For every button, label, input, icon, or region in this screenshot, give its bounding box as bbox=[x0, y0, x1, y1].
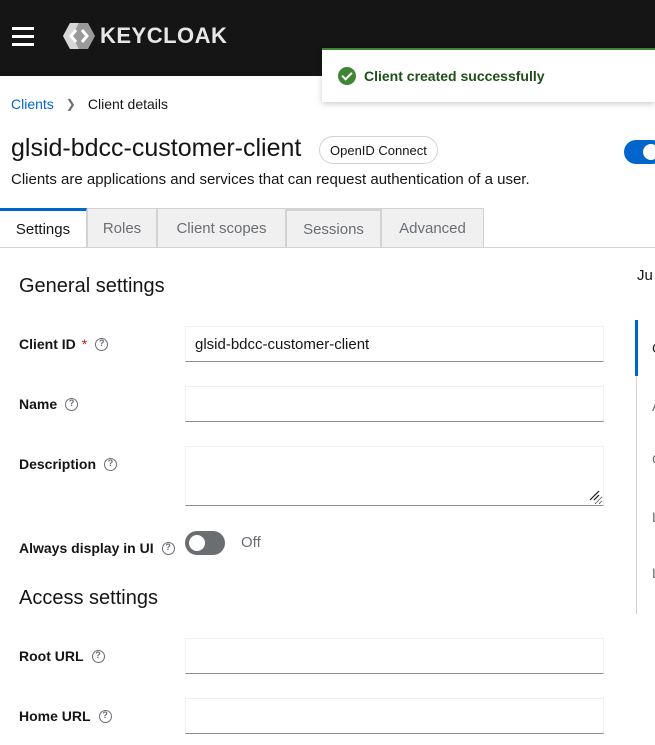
root-url-label: Root URL bbox=[19, 648, 105, 664]
help-icon[interactable] bbox=[98, 709, 112, 723]
help-icon[interactable] bbox=[104, 457, 118, 471]
root-url-label-text: Root URL bbox=[19, 648, 84, 664]
description-label: Description bbox=[19, 456, 118, 472]
client-id-input[interactable] bbox=[185, 326, 604, 362]
check-circle-icon bbox=[338, 67, 356, 85]
jump-links-active-indicator bbox=[635, 320, 638, 376]
keycloak-logo[interactable]: KEYCLOAK bbox=[62, 20, 227, 52]
home-url-label: Home URL bbox=[19, 708, 112, 724]
jump-links-title: Ju bbox=[637, 267, 653, 284]
help-icon[interactable] bbox=[65, 397, 79, 411]
access-settings-heading: Access settings bbox=[19, 587, 158, 609]
page-title: glsid-bdcc-customer-client bbox=[11, 134, 302, 162]
breadcrumb-clients-link[interactable]: Clients bbox=[11, 96, 54, 112]
name-label-text: Name bbox=[19, 396, 58, 412]
toast-title: Client created successfully bbox=[364, 68, 545, 84]
tab-settings[interactable]: Settings bbox=[0, 208, 87, 247]
client-id-label: Client ID * bbox=[19, 336, 109, 352]
required-asterisk: * bbox=[81, 336, 88, 352]
always-display-state: Off bbox=[241, 534, 261, 551]
success-toast: Client created successfully bbox=[322, 48, 655, 102]
hamburger-menu-icon[interactable] bbox=[12, 27, 34, 47]
client-enabled-switch[interactable] bbox=[624, 140, 655, 164]
always-display-switch[interactable] bbox=[185, 531, 225, 555]
name-label: Name bbox=[19, 396, 79, 412]
root-url-input[interactable] bbox=[185, 638, 604, 674]
always-display-label-text: Always display in UI bbox=[19, 540, 154, 556]
tab-sessions[interactable]: Sessions bbox=[286, 208, 381, 247]
help-icon[interactable] bbox=[161, 541, 175, 555]
description-textarea[interactable] bbox=[185, 446, 604, 506]
help-icon[interactable] bbox=[91, 649, 105, 663]
protocol-badge: OpenID Connect bbox=[319, 136, 438, 164]
breadcrumb: Clients ❯ Client details bbox=[11, 96, 168, 112]
logo-text: KEYCLOAK bbox=[100, 23, 228, 48]
home-url-label-text: Home URL bbox=[19, 708, 91, 724]
tab-roles[interactable]: Roles bbox=[87, 208, 157, 247]
description-label-text: Description bbox=[19, 456, 97, 472]
tab-advanced[interactable]: Advanced bbox=[381, 208, 484, 247]
help-icon[interactable] bbox=[95, 337, 109, 351]
chevron-right-icon: ❯ bbox=[65, 97, 76, 111]
always-display-label: Always display in UI bbox=[19, 540, 175, 556]
client-id-label-text: Client ID bbox=[19, 336, 76, 352]
keycloak-logo-icon bbox=[63, 23, 95, 49]
tabs-divider bbox=[0, 247, 655, 248]
page-subtitle: Clients are applications and services th… bbox=[11, 171, 530, 188]
tab-client-scopes[interactable]: Client scopes bbox=[157, 208, 286, 247]
home-url-input[interactable] bbox=[185, 698, 604, 734]
resize-grip-icon[interactable] bbox=[588, 489, 600, 501]
name-input[interactable] bbox=[185, 386, 604, 422]
general-settings-heading: General settings bbox=[19, 275, 165, 297]
breadcrumb-current: Client details bbox=[87, 96, 169, 112]
